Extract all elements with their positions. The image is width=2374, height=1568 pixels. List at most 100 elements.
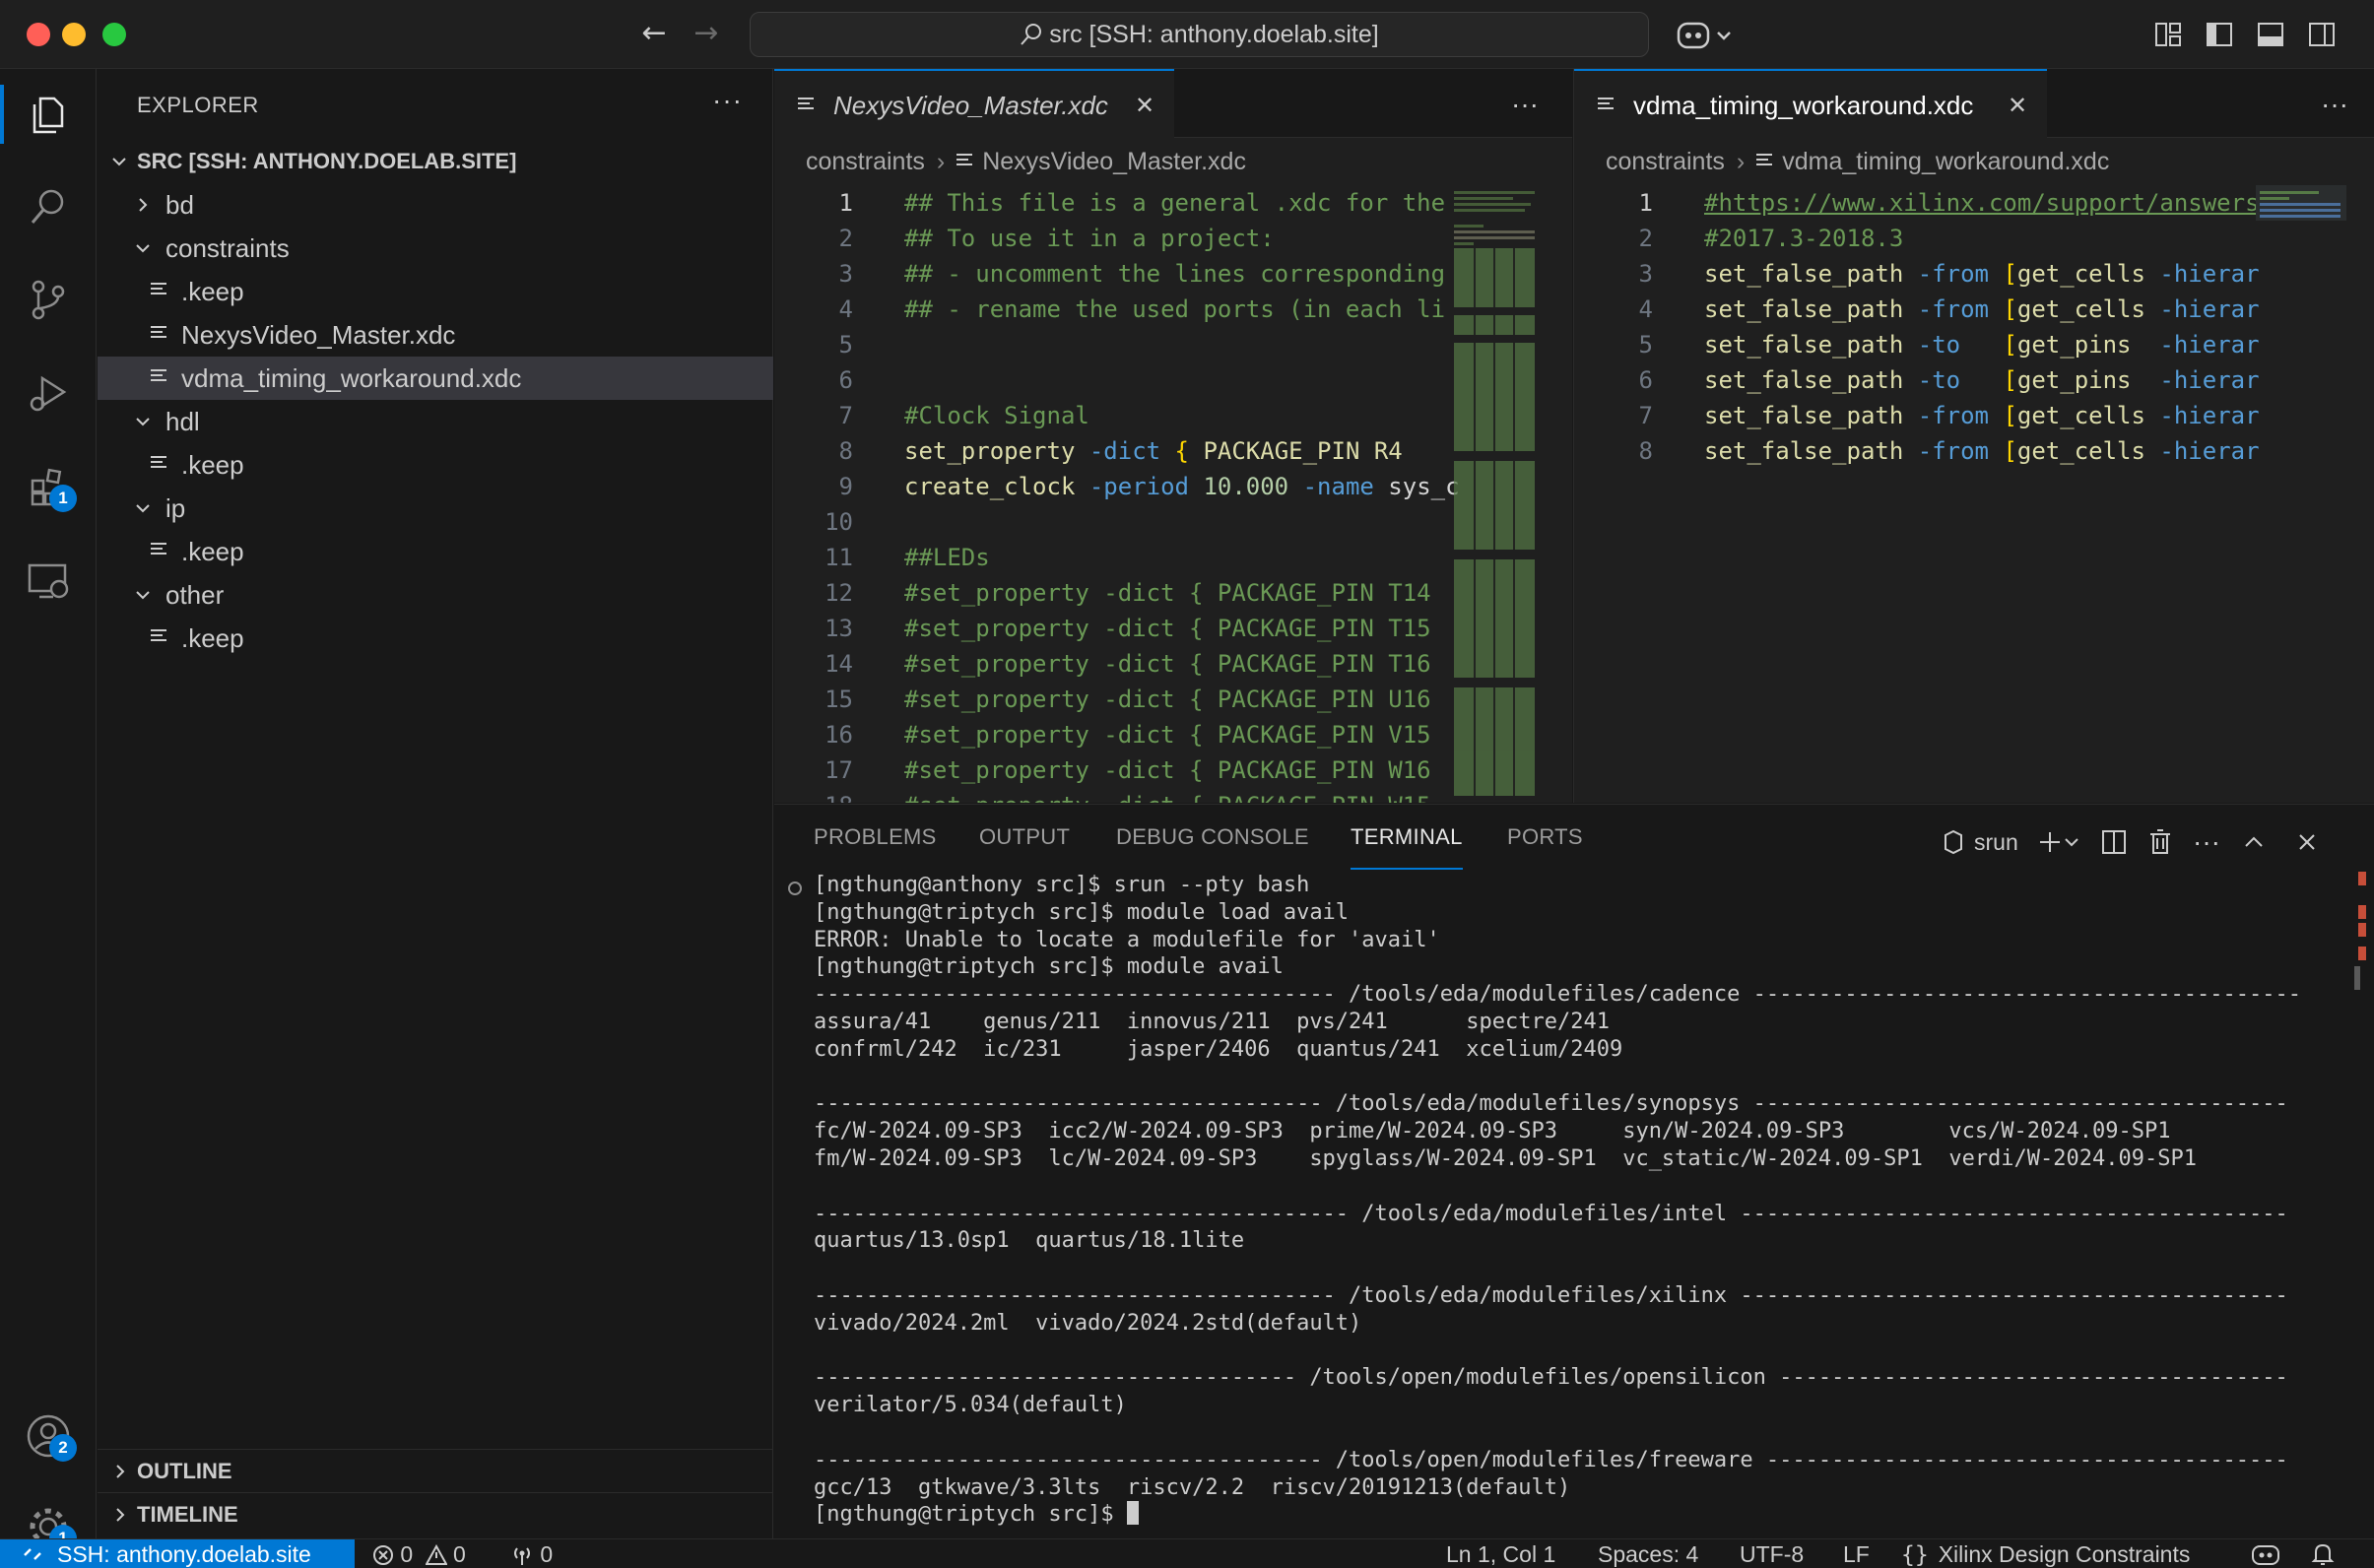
go-forward-icon[interactable]: → [687,14,726,53]
minimize-window-button[interactable] [62,23,86,46]
code-token: -hierar [2144,331,2260,359]
tab-ports[interactable]: PORTS [1507,824,1583,870]
extensions-activity[interactable]: 1 [0,447,97,526]
tree-folder-hdl[interactable]: hdl [98,400,773,443]
breadcrumb-file[interactable]: vdma_timing_workaround.xdc [1782,148,2109,175]
code-token: -from [1903,295,2004,323]
chevron-right-icon: › [936,148,946,175]
code-token: get_cells [2016,260,2145,288]
eol-indicator[interactable]: LF [1843,1539,1870,1568]
close-panel-icon[interactable] [2295,822,2319,862]
source-control-activity[interactable] [0,260,97,339]
tree-file-keep[interactable]: .keep [98,530,773,573]
minimap[interactable] [1450,185,1549,803]
command-decoration-icon[interactable] [788,882,802,895]
code-line[interactable]: 3 set_false_path -from [get_cells -hierar [1574,256,2374,292]
breadcrumb-folder[interactable]: constraints [1606,148,1725,175]
radio-tower-icon [514,1547,530,1565]
breadcrumb-file[interactable]: NexysVideo_Master.xdc [982,148,1246,175]
tree-file-keep[interactable]: .keep [98,270,773,313]
chevron-down-icon [133,573,153,617]
maximize-panel-icon[interactable] [2242,822,2266,862]
outline-section[interactable]: OUTLINE [98,1449,773,1492]
code-token: -hierar [2144,295,2260,323]
more-actions-icon[interactable]: ··· [2193,822,2220,862]
accounts-activity[interactable]: 2 [0,1397,97,1475]
explorer-activity[interactable] [0,75,97,154]
customize-layout-icon[interactable] [2153,20,2183,49]
terminal-line: verilator/5.034(default) [814,1393,1127,1418]
terminal-instance[interactable]: srun [1941,822,2018,862]
explorer-root-folder[interactable]: SRC [SSH: ANTHONY.DOELAB.SITE] [98,140,773,183]
remote-explorer-activity[interactable] [0,542,97,621]
breadcrumb-folder[interactable]: constraints [806,148,925,175]
tree-file-vdma-timing-workaround[interactable]: vdma_timing_workaround.xdc [98,357,773,400]
ports-indicator[interactable]: 0 [510,1539,553,1568]
code-line[interactable]: 1 #https://www.xilinx.com/support/answers [1574,185,2374,221]
encoding-indicator[interactable]: UTF-8 [1740,1539,1804,1568]
tree-folder-constraints[interactable]: constraints [98,227,773,270]
tab-output[interactable]: OUTPUT [979,824,1070,870]
tree-folder-other[interactable]: other [98,573,773,617]
trash-icon[interactable] [2147,822,2173,862]
indentation-indicator[interactable]: Spaces: 4 [1598,1539,1698,1568]
terminal-output[interactable]: [ngthung@anthony src]$ srun --pty bash [n… [814,872,2331,1529]
line-number: 3 [1638,260,1653,288]
terminal-prompt-line[interactable]: [ngthung@triptych src]$ [814,1501,2331,1529]
chevron-down-icon [133,487,153,530]
toggle-secondary-sidebar-icon[interactable] [2307,20,2337,49]
close-icon[interactable]: ✕ [1135,71,1154,140]
copilot-status-icon[interactable] [2250,1539,2281,1568]
code-text: ##LEDs [904,544,990,571]
run-debug-activity[interactable] [0,355,97,433]
more-actions-icon[interactable]: ··· [1511,89,1539,120]
remote-indicator[interactable]: SSH: anthony.doelab.site [0,1539,355,1568]
split-terminal-icon[interactable] [2100,822,2128,862]
line-number: 11 [824,544,853,571]
timeline-section[interactable]: TIMELINE [98,1492,773,1535]
toggle-primary-sidebar-icon[interactable] [2205,20,2234,49]
code-line[interactable]: 2 #2017.3-2018.3 [1574,221,2374,256]
new-terminal-button[interactable] [2037,822,2080,862]
code-link[interactable]: #https://www.xilinx.com/support/answers [1704,189,2260,217]
tab-vdma-timing-workaround[interactable]: vdma_timing_workaround.xdc ✕ [1574,69,2047,138]
more-actions-icon[interactable]: ··· [712,85,743,116]
minimap[interactable] [2256,185,2354,803]
code-token: create_clock [904,473,1076,500]
close-window-button[interactable] [27,23,50,46]
close-icon[interactable]: ✕ [2008,71,2027,140]
tree-file-keep[interactable]: .keep [98,443,773,487]
command-center[interactable]: src [SSH: anthony.doelab.site] [750,12,1649,57]
code-line[interactable]: 7 set_false_path -from [get_cells -hierar [1574,398,2374,433]
tree-file-keep[interactable]: .keep [98,617,773,660]
tree-folder-bd[interactable]: bd [98,183,773,227]
code-line[interactable]: 5 set_false_path -to [get_pins -hierar [1574,327,2374,362]
terminal-line: quartus/13.0sp1 quartus/18.1lite [814,1228,1245,1254]
bell-icon[interactable] [2311,1539,2335,1568]
tree-folder-ip[interactable]: ip [98,487,773,530]
go-back-icon[interactable]: ← [634,14,674,53]
terminal-line: [ngthung@triptych src]$ module load avai… [814,899,1350,925]
code-line[interactable]: 8 set_false_path -from [get_cells -hierar [1574,433,2374,469]
problems-indicator[interactable]: 0 0 [372,1539,466,1568]
toggle-panel-icon[interactable] [2256,20,2285,49]
code-editor[interactable]: 1 #https://www.xilinx.com/support/answers… [1574,185,2374,469]
tab-nexysvideo-master[interactable]: NexysVideo_Master.xdc ✕ [774,69,1174,138]
tab-problems[interactable]: PROBLEMS [814,824,937,870]
maximize-window-button[interactable] [102,23,126,46]
language-mode[interactable]: {} Xilinx Design Constraints [1901,1539,2190,1568]
files-icon [33,97,64,134]
line-number: 1 [838,189,853,217]
cursor-position[interactable]: Ln 1, Col 1 [1446,1539,1555,1568]
copilot-icon[interactable] [1675,16,1738,55]
tab-debug-console[interactable]: DEBUG CONSOLE [1116,824,1309,870]
tree-file-nexysvideo-master[interactable]: NexysVideo_Master.xdc [98,313,773,357]
code-line[interactable]: 4 set_false_path -from [get_cells -hierar [1574,292,2374,327]
code-token: set_false_path [1704,260,1904,288]
line-number: 4 [838,295,853,323]
search-activity[interactable] [0,167,97,246]
terminal-scrollbar[interactable] [2354,872,2368,1538]
more-actions-icon[interactable]: ··· [2321,89,2348,120]
tab-terminal[interactable]: TERMINAL [1351,824,1463,870]
code-line[interactable]: 6 set_false_path -to [get_pins -hierar [1574,362,2374,398]
